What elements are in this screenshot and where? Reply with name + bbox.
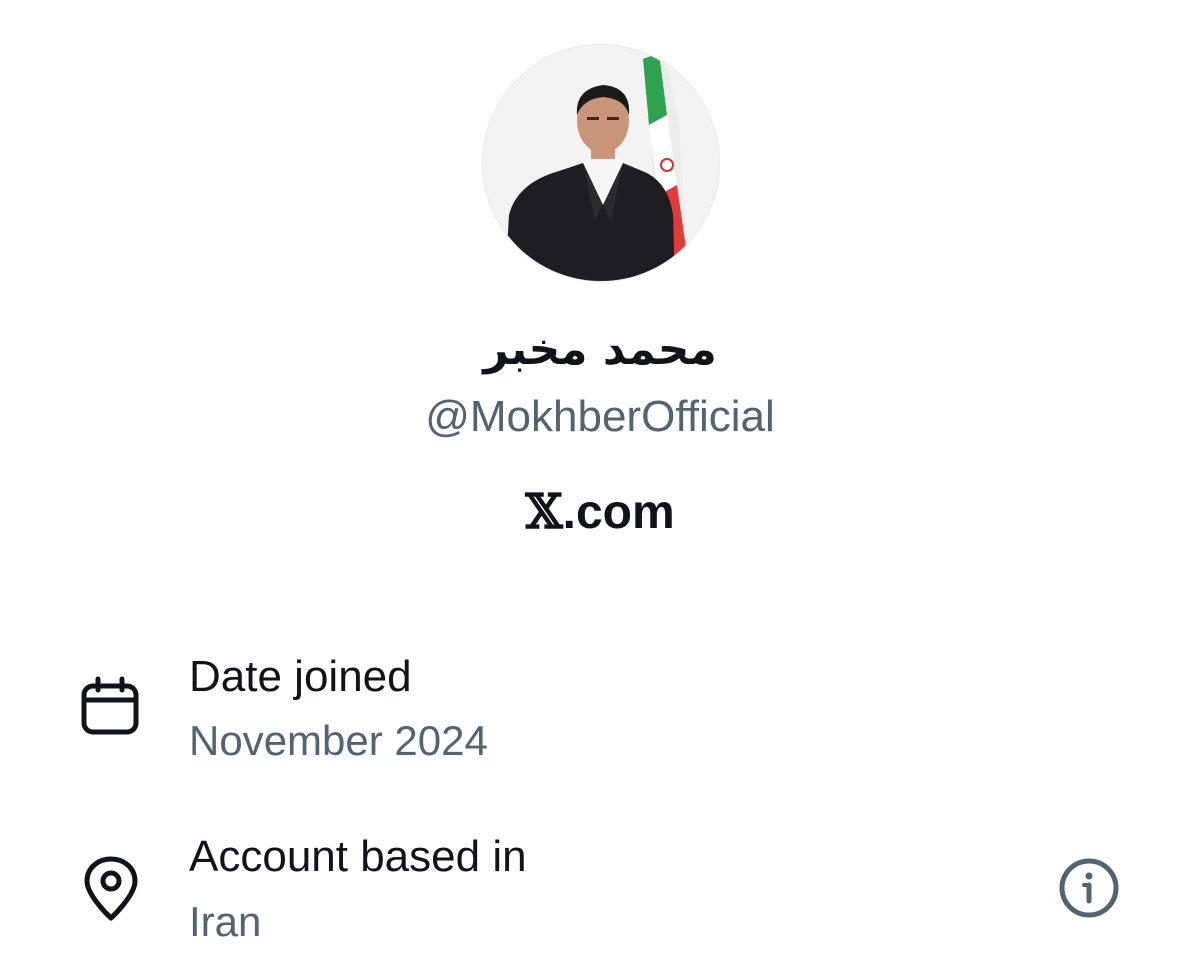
avatar[interactable] <box>482 44 720 282</box>
date-joined-label: Date joined <box>189 652 412 701</box>
username-handle[interactable]: @MokhberOfficial <box>0 392 1200 442</box>
account-based-in-label: Account based in <box>189 832 527 881</box>
profile-photo <box>483 45 719 281</box>
calendar-icon <box>80 676 140 736</box>
date-joined-value: November 2024 <box>189 717 488 764</box>
brand-domain-text: .com <box>562 486 675 539</box>
x-logo-icon: 𝕏 <box>525 484 563 540</box>
display-name: محمد مخبر <box>483 324 717 375</box>
account-based-in-value: Iran <box>189 898 262 945</box>
info-icon[interactable] <box>1058 857 1120 919</box>
x-brand-link[interactable]: 𝕏.com <box>0 484 1200 541</box>
location-pin-icon <box>82 856 140 922</box>
